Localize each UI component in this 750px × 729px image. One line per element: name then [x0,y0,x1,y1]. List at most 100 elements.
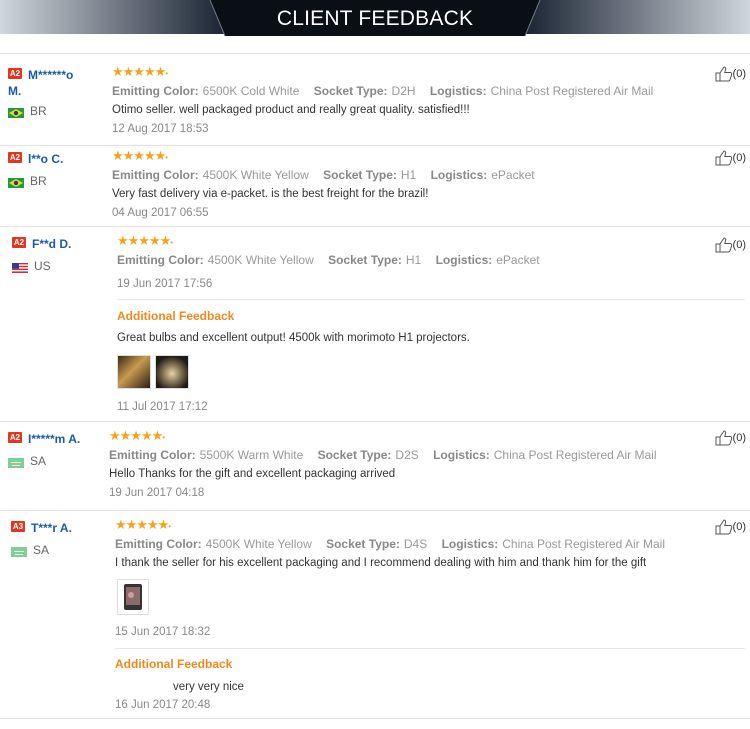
review-text: Very fast delivery via e-packet. is the … [112,188,429,200]
star-rating: ★★★★★• [117,233,173,248]
reviewer-name[interactable]: l**o C. [28,152,63,166]
buyer-level-badge: A2 [8,432,22,443]
review-item: A2 l**o C. BR ★★★★★• Emitting Color: 4500K… [0,146,750,227]
emitting-label: Emitting Color: [115,537,202,551]
emitting-value: 5500K Warm White [199,448,304,462]
emitting-value: 4500K White Yellow [207,253,314,267]
thumbs-up-icon [715,430,732,446]
socket-value: D2H [391,84,416,98]
helpful-count: (0) [732,431,746,444]
saudi-flag-icon [8,457,24,468]
helpful-count: (0) [732,238,746,251]
star-rating: ★★★★★• [109,428,165,443]
additional-feedback-text: very very nice [173,681,244,693]
feedback-banner: CLIENT FEEDBACK [0,0,750,38]
review-date: 12 Aug 2017 18:53 [112,123,209,135]
logistics-value: China Post Registered Air Mail [493,448,657,462]
review-item: A2 I*****m A. SA ★★★★★• Emitting Color: 55… [0,422,750,511]
saudi-flag-icon [11,546,27,557]
additional-feedback-text: Great bulbs and excellent output! 4500k … [117,332,470,344]
emitting-value: 4500K White Yellow [202,168,309,182]
reviewer-info: A2 F**d D. US [12,235,112,273]
logistics-value: ePacket [491,168,535,182]
socket-label: Socket Type: [317,448,392,462]
review-text: Otimo seller. well packaged product and … [112,104,470,116]
brazil-flag-icon [8,177,24,188]
thumbs-up-icon [715,519,732,535]
helpful-button[interactable]: (0) [715,66,746,82]
review-text: Hello Thanks for the gift and excellent … [109,468,396,480]
review-photo[interactable] [155,355,189,389]
country-code: BR [30,104,47,118]
reviewer-info: A2 M******o M. BR [8,66,108,118]
emitting-label: Emitting Color: [112,168,199,182]
star-rating: ★★★★★• [112,64,168,79]
reviewer-name[interactable]: I*****m A. [28,432,80,446]
stars: ★★★★★ [112,148,166,163]
product-specs: Emitting Color: 4500K White Yellow Socket… [117,253,540,267]
helpful-count: (0) [732,151,746,164]
logistics-value: ePacket [496,253,540,267]
buyer-level-badge: A2 [8,152,22,163]
stars: ★★★★★ [117,233,171,248]
review-date: 19 Jun 2017 04:18 [109,487,205,499]
reviewer-name[interactable]: T***r A. [31,521,72,535]
product-specs: Emitting Color: 6500K Cold White Socket T… [112,84,653,98]
emitting-value: 6500K Cold White [202,84,300,98]
helpful-button[interactable]: (0) [715,237,746,253]
reviewer-country: SA [11,543,111,557]
additional-feedback-label: Additional Feedback [117,309,235,323]
star-rating: ★★★★★• [115,517,171,532]
photo-preview [124,584,142,610]
socket-value: D2S [395,448,419,462]
emitting-label: Emitting Color: [109,448,196,462]
star-rating: ★★★★★• [112,148,168,163]
socket-label: Socket Type: [326,537,400,551]
country-code: SA [33,543,50,557]
country-code: BR [30,174,47,188]
emitting-label: Emitting Color: [117,253,204,267]
review-item: A2 M******o M. BR ★★★★★• Emitting Color: 6… [0,54,750,146]
country-code: US [34,259,51,273]
helpful-button[interactable]: (0) [715,519,746,535]
us-flag-icon [12,262,28,273]
logistics-value: China Post Registered Air Mail [502,537,665,551]
socket-value: D4S [403,537,428,551]
buyer-level-badge: A2 [12,237,26,248]
reviewer-name-line2: M. [8,84,22,98]
helpful-count: (0) [732,67,746,80]
buyer-level-badge: A2 [8,68,22,79]
product-specs: Emitting Color: 4500K White Yellow Socket… [112,168,535,182]
reviewer-name[interactable]: F**d D. [32,237,71,251]
reviewer-info: A2 I*****m A. SA [8,430,108,468]
review-photo[interactable] [117,579,149,615]
logistics-label: Logistics: [441,537,499,551]
reviewer-country: BR [8,174,108,188]
reviewer-country: US [12,259,112,273]
reviewer-name[interactable]: M******o [28,68,73,82]
socket-label: Socket Type: [323,168,397,182]
brazil-flag-icon [8,107,24,118]
additional-feedback-date: 16 Jun 2017 20:48 [115,699,211,711]
review-text: I thank the seller for his excellent pac… [115,557,647,569]
reviewer-country: SA [8,454,108,468]
thumbs-up-icon [715,66,732,82]
helpful-button[interactable]: (0) [715,430,746,446]
stars: ★★★★★ [115,517,169,532]
buyer-level-badge: A3 [11,521,25,532]
review-item: A2 F**d D. US ★★★★★• Emitting Color: 4500K… [0,227,750,422]
helpful-button[interactable]: (0) [715,150,746,166]
reviewer-country: BR [8,104,108,118]
logistics-label: Logistics: [429,84,487,98]
thumbs-up-icon [715,150,732,166]
socket-value: H1 [400,168,417,182]
additional-feedback-label: Additional Feedback [115,657,233,671]
helpful-count: (0) [732,520,746,533]
socket-label: Socket Type: [328,253,402,267]
review-date: 04 Aug 2017 06:55 [112,207,209,219]
emitting-label: Emitting Color: [112,84,199,98]
review-date: 19 Jun 2017 17:56 [117,278,213,290]
reviewer-info: A3 T***r A. SA [11,519,111,557]
stars: ★★★★★ [109,428,163,443]
review-photo[interactable] [117,355,151,389]
